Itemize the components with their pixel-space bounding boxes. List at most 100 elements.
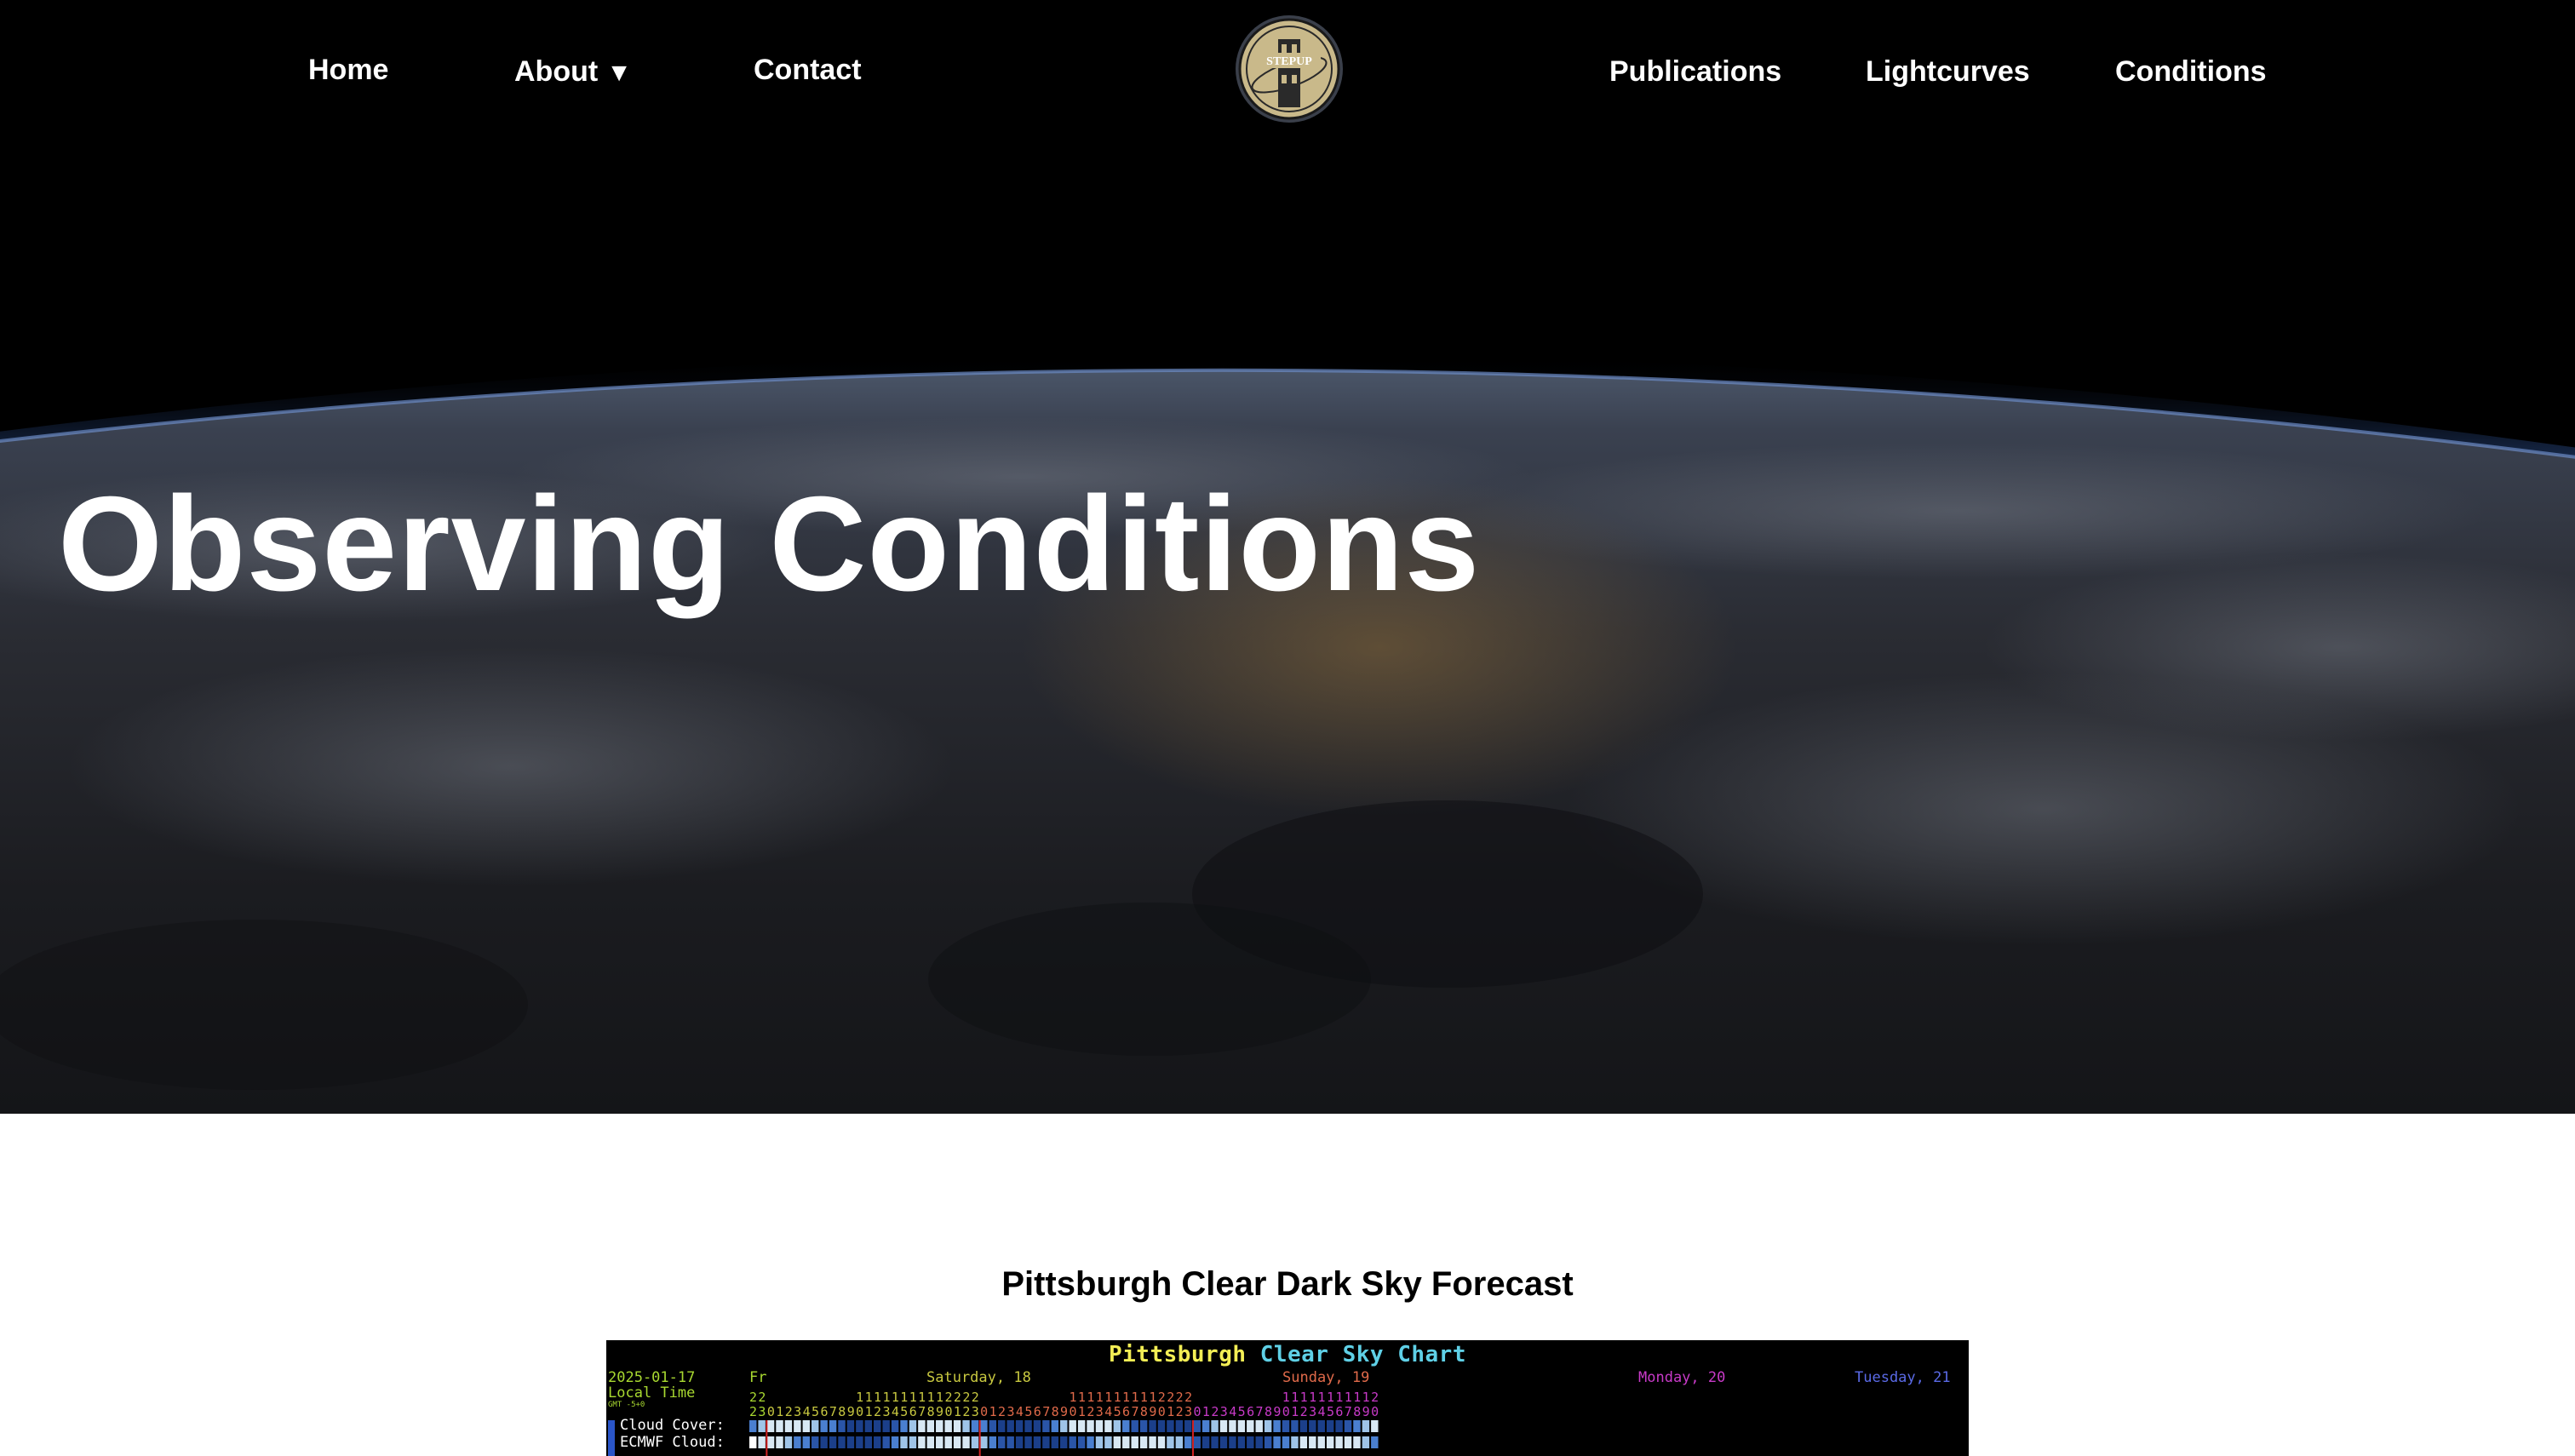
cloud-cover-cell[interactable] xyxy=(1069,1420,1076,1432)
ecmwf-cloud-cell[interactable] xyxy=(936,1436,943,1448)
ecmwf-cloud-cell[interactable] xyxy=(1060,1436,1068,1448)
cloud-cover-cell[interactable] xyxy=(1184,1420,1192,1432)
ecmwf-cloud-cell[interactable] xyxy=(838,1436,846,1448)
ecmwf-cloud-cell[interactable] xyxy=(1015,1436,1024,1448)
cloud-cover-cell[interactable] xyxy=(864,1420,873,1432)
ecmwf-cloud-cell[interactable] xyxy=(864,1436,873,1448)
cloud-cover-cell[interactable] xyxy=(998,1420,1006,1432)
ecmwf-cloud-cell[interactable] xyxy=(784,1436,793,1448)
cloud-cover-cell[interactable] xyxy=(1247,1420,1254,1432)
ecmwf-cloud-cell[interactable] xyxy=(953,1436,961,1448)
cloud-cover-cell[interactable] xyxy=(1122,1420,1130,1432)
cloud-cover-cell[interactable] xyxy=(1006,1420,1014,1432)
nav-home[interactable]: Home xyxy=(308,54,388,87)
ecmwf-cloud-cell[interactable] xyxy=(1184,1436,1192,1448)
ecmwf-cloud-cell[interactable] xyxy=(1024,1436,1032,1448)
ecmwf-cloud-cell[interactable] xyxy=(1042,1436,1050,1448)
ecmwf-cloud-cell[interactable] xyxy=(1282,1436,1290,1448)
ecmwf-cloud-cell[interactable] xyxy=(1247,1436,1254,1448)
cloud-cover-cell[interactable] xyxy=(1024,1420,1032,1432)
cloud-cover-cell[interactable] xyxy=(1033,1420,1041,1432)
ecmwf-cloud-cell[interactable] xyxy=(846,1436,855,1448)
cloud-cover-cell[interactable] xyxy=(811,1420,819,1432)
cloud-cover-cell[interactable] xyxy=(1335,1420,1343,1432)
cloud-cover-cell[interactable] xyxy=(1087,1420,1094,1432)
cloud-cover-cell[interactable] xyxy=(794,1420,801,1432)
cloud-cover-cell[interactable] xyxy=(784,1420,793,1432)
ecmwf-cloud-cell[interactable] xyxy=(1326,1436,1334,1448)
cloud-cover-cell[interactable] xyxy=(1219,1420,1228,1432)
cloud-cover-cell[interactable] xyxy=(1193,1420,1201,1432)
ecmwf-cloud-cell[interactable] xyxy=(1201,1436,1210,1448)
cloud-cover-cell[interactable] xyxy=(962,1420,970,1432)
cloud-cover-cell[interactable] xyxy=(1077,1420,1086,1432)
cloud-cover-cell[interactable] xyxy=(1344,1420,1352,1432)
ecmwf-cloud-cell[interactable] xyxy=(980,1436,988,1448)
ecmwf-cloud-cell[interactable] xyxy=(820,1436,828,1448)
ecmwf-cloud-cell[interactable] xyxy=(1344,1436,1352,1448)
ecmwf-cloud-cell[interactable] xyxy=(1175,1436,1184,1448)
ecmwf-cloud-cell[interactable] xyxy=(1122,1436,1130,1448)
cloud-cover-cell[interactable] xyxy=(1167,1420,1174,1432)
cloud-cover-cell[interactable] xyxy=(758,1420,766,1432)
cloud-cover-cell[interactable] xyxy=(891,1420,899,1432)
ecmwf-cloud-cell[interactable] xyxy=(882,1436,890,1448)
cloud-cover-cell[interactable] xyxy=(1299,1420,1308,1432)
cloud-cover-cell[interactable] xyxy=(776,1420,783,1432)
cloud-cover-cell[interactable] xyxy=(989,1420,997,1432)
ecmwf-cloud-cell[interactable] xyxy=(1273,1436,1281,1448)
cloud-cover-cell[interactable] xyxy=(944,1420,952,1432)
ecmwf-cloud-cell[interactable] xyxy=(758,1436,766,1448)
cloud-cover-cell[interactable] xyxy=(971,1420,979,1432)
ecmwf-cloud-cell[interactable] xyxy=(766,1436,775,1448)
ecmwf-cloud-cell[interactable] xyxy=(874,1436,881,1448)
cloud-cover-cell[interactable] xyxy=(829,1420,837,1432)
cloud-cover-cell[interactable] xyxy=(953,1420,961,1432)
cloud-cover-cell[interactable] xyxy=(1211,1420,1219,1432)
cloud-cover-cell[interactable] xyxy=(900,1420,908,1432)
cloud-cover-cell[interactable] xyxy=(1149,1420,1156,1432)
ecmwf-cloud-cell[interactable] xyxy=(989,1436,997,1448)
ecmwf-cloud-cell[interactable] xyxy=(1149,1436,1156,1448)
ecmwf-cloud-cell[interactable] xyxy=(891,1436,899,1448)
ecmwf-cloud-cell[interactable] xyxy=(1309,1436,1316,1448)
cloud-cover-cell[interactable] xyxy=(766,1420,775,1432)
cloud-cover-cell[interactable] xyxy=(1326,1420,1334,1432)
ecmwf-cloud-cell[interactable] xyxy=(1317,1436,1325,1448)
cloud-cover-cell[interactable] xyxy=(1309,1420,1316,1432)
ecmwf-cloud-cell[interactable] xyxy=(794,1436,801,1448)
cloud-cover-cell[interactable] xyxy=(1237,1420,1246,1432)
cloud-cover-cell[interactable] xyxy=(1157,1420,1166,1432)
cloud-cover-cell[interactable] xyxy=(1264,1420,1272,1432)
ecmwf-cloud-cell[interactable] xyxy=(1131,1436,1138,1448)
ecmwf-cloud-cell[interactable] xyxy=(1371,1436,1379,1448)
ecmwf-cloud-cell[interactable] xyxy=(829,1436,837,1448)
cloud-cover-cell[interactable] xyxy=(874,1420,881,1432)
cloud-cover-cell[interactable] xyxy=(1371,1420,1379,1432)
ecmwf-cloud-cell[interactable] xyxy=(944,1436,952,1448)
ecmwf-cloud-cell[interactable] xyxy=(1193,1436,1201,1448)
cloud-cover-cell[interactable] xyxy=(1051,1420,1059,1432)
ecmwf-cloud-cell[interactable] xyxy=(1095,1436,1104,1448)
cloud-cover-cell[interactable] xyxy=(1042,1420,1050,1432)
ecmwf-cloud-cell[interactable] xyxy=(1051,1436,1059,1448)
cloud-cover-cell[interactable] xyxy=(1201,1420,1210,1432)
ecmwf-cloud-cell[interactable] xyxy=(1362,1436,1370,1448)
cloud-cover-cell[interactable] xyxy=(882,1420,890,1432)
nav-contact[interactable]: Contact xyxy=(754,54,862,87)
cloud-cover-cell[interactable] xyxy=(1060,1420,1068,1432)
ecmwf-cloud-cell[interactable] xyxy=(1139,1436,1148,1448)
ecmwf-cloud-cell[interactable] xyxy=(856,1436,863,1448)
ecmwf-cloud-cell[interactable] xyxy=(776,1436,783,1448)
cloud-cover-cell[interactable] xyxy=(936,1420,943,1432)
ecmwf-cloud-cell[interactable] xyxy=(802,1436,811,1448)
cloud-cover-cell[interactable] xyxy=(1139,1420,1148,1432)
ecmwf-cloud-cell[interactable] xyxy=(1211,1436,1219,1448)
cloud-cover-cell[interactable] xyxy=(1104,1420,1112,1432)
ecmwf-cloud-cell[interactable] xyxy=(1237,1436,1246,1448)
cloud-cover-cell[interactable] xyxy=(926,1420,935,1432)
ecmwf-cloud-cell[interactable] xyxy=(1291,1436,1299,1448)
cloud-cover-cell[interactable] xyxy=(909,1420,917,1432)
ecmwf-cloud-cell[interactable] xyxy=(998,1436,1006,1448)
cloud-cover-cell[interactable] xyxy=(980,1420,988,1432)
